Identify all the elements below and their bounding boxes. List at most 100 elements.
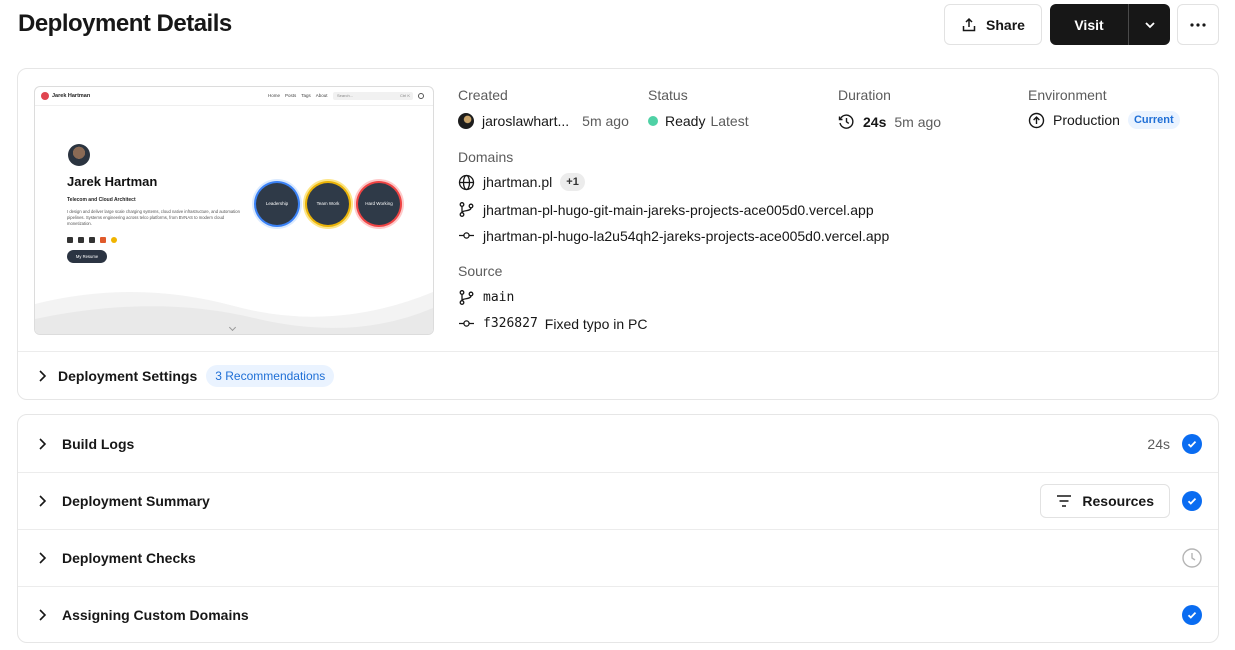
recommendations-badge[interactable]: 3 Recommendations — [206, 365, 335, 387]
preview-circle-hardworking: Hard Working — [358, 183, 400, 225]
preview-nav-link: Home — [268, 93, 281, 98]
deployment-settings-label: Deployment Settings — [58, 368, 198, 384]
chevron-right-icon — [36, 608, 48, 622]
domain-primary-link[interactable]: jhartman.pl — [483, 174, 552, 190]
emoji-icon — [111, 237, 117, 243]
clock-icon — [838, 113, 855, 130]
resources-label: Resources — [1082, 493, 1154, 509]
visit-options-button[interactable] — [1129, 4, 1170, 45]
step-status: 24s — [1147, 415, 1202, 472]
deployment-steps-card: Build Logs 24s Deployment Summary Resour… — [17, 414, 1219, 643]
domain-branch-link[interactable]: jhartman-pl-hugo-git-main-jareks-project… — [483, 202, 874, 218]
duration-label: Duration — [838, 87, 891, 103]
preview-subtitle: Telecom and Cloud Architect — [67, 197, 136, 203]
chevron-right-icon — [36, 551, 48, 565]
source-branch[interactable]: main — [483, 290, 514, 305]
visit-button-group: Visit — [1050, 4, 1170, 45]
step-duration: 24s — [1147, 435, 1170, 452]
page-title: Deployment Details — [18, 10, 232, 37]
source-commit-message[interactable]: Fixed typo in PC — [545, 316, 648, 332]
preview-search-placeholder: Search... — [337, 93, 354, 98]
domain-extra-count-badge[interactable]: +1 — [560, 173, 585, 191]
git-branch-icon — [458, 201, 475, 218]
check-circle-icon — [1182, 491, 1202, 511]
step-deployment-summary[interactable]: Deployment Summary Resources — [18, 472, 1218, 529]
chevron-down-icon — [1143, 18, 1157, 32]
status-text: Ready — [665, 113, 706, 129]
step-label: Assigning Custom Domains — [62, 607, 249, 623]
preview-search-shortcut: Ctrl K — [400, 93, 410, 98]
production-icon — [1028, 112, 1045, 129]
step-assigning-custom-domains[interactable]: Assigning Custom Domains — [18, 586, 1218, 642]
preview-avatar — [68, 144, 90, 166]
source-commit-row: f326827 Fixed typo in PC — [458, 315, 648, 332]
email-icon — [67, 237, 73, 243]
resources-button[interactable]: Resources — [1040, 484, 1170, 518]
step-build-logs[interactable]: Build Logs 24s — [18, 415, 1218, 472]
domain-commit-row: jhartman-pl-hugo-la2u54qh2-jareks-projec… — [458, 227, 889, 244]
status-tag: Latest — [710, 113, 749, 129]
share-button[interactable]: Share — [944, 4, 1042, 45]
git-commit-icon — [458, 315, 475, 332]
ellipsis-icon — [1190, 22, 1206, 27]
environment-label: Environment — [1028, 87, 1107, 103]
preview-search: Search... Ctrl K — [333, 92, 413, 100]
check-circle-icon — [1182, 605, 1202, 625]
preview-nav-links: Home Posts Tags About — [268, 93, 328, 98]
duration-time: 5m ago — [894, 113, 942, 130]
domain-primary-row: jhartman.pl +1 — [458, 173, 585, 191]
preview-brand: Jarek Hartman — [52, 93, 91, 99]
clock-pending-icon — [1182, 548, 1202, 568]
step-status — [1182, 587, 1202, 642]
source-commit-sha[interactable]: f326827 — [483, 316, 538, 331]
domain-commit-link[interactable]: jhartman-pl-hugo-la2u54qh2-jareks-projec… — [483, 228, 889, 244]
step-label: Build Logs — [62, 435, 135, 452]
visit-button[interactable]: Visit — [1050, 4, 1129, 45]
preview-circle-teamwork: Team Work — [307, 183, 349, 225]
deployment-settings-row[interactable]: Deployment Settings 3 Recommendations — [18, 352, 1218, 400]
preview-nav-link: About — [315, 93, 328, 98]
globe-icon — [458, 174, 475, 191]
share-label: Share — [986, 16, 1025, 33]
step-status — [1182, 530, 1202, 586]
share-icon — [961, 17, 977, 33]
source-label: Source — [458, 263, 503, 279]
environment-current-badge: Current — [1127, 111, 1180, 129]
user-avatar[interactable] — [458, 113, 474, 129]
filter-icon — [1056, 494, 1072, 508]
preview-circle-leadership: Leadership — [256, 183, 298, 225]
step-label: Deployment Checks — [62, 550, 196, 566]
created-label: Created — [458, 87, 508, 103]
environment-text: Production — [1053, 112, 1120, 128]
domain-branch-row: jhartman-pl-hugo-git-main-jareks-project… — [458, 201, 874, 218]
created-value: jaroslawhart... 5m ago — [458, 113, 629, 129]
flame-icon — [100, 237, 106, 243]
environment-value: Production Current — [1028, 111, 1180, 129]
more-options-button[interactable] — [1177, 4, 1219, 45]
preview-nav-link: Posts — [285, 93, 297, 98]
preview-navbar: Jarek Hartman Home Posts Tags About Sear… — [35, 87, 433, 106]
preview-social-icons — [67, 237, 117, 243]
duration-text: 24s — [863, 113, 887, 130]
duration-value: 24s 5m ago — [838, 113, 941, 130]
github-icon — [78, 237, 84, 243]
git-branch-icon — [458, 289, 475, 306]
instagram-icon — [89, 237, 95, 243]
created-time: 5m ago — [582, 113, 629, 129]
created-user[interactable]: jaroslawhart... — [482, 113, 569, 129]
git-commit-icon — [458, 227, 475, 244]
status-label: Status — [648, 87, 688, 103]
preview-name: Jarek Hartman — [67, 174, 158, 189]
preview-description: I design and deliver large scale chargin… — [67, 209, 240, 226]
status-value: Ready Latest — [648, 113, 749, 129]
preview-logo-icon — [41, 92, 49, 100]
status-dot-icon — [648, 116, 658, 126]
preview-theme-icon — [418, 93, 424, 99]
step-status: Resources — [1040, 473, 1202, 529]
check-circle-icon — [1182, 433, 1202, 454]
step-deployment-checks[interactable]: Deployment Checks — [18, 529, 1218, 586]
step-label: Deployment Summary — [62, 493, 210, 509]
deployment-preview[interactable]: Jarek Hartman Home Posts Tags About Sear… — [34, 86, 434, 335]
domains-label: Domains — [458, 149, 514, 165]
chevron-right-icon — [36, 437, 48, 451]
